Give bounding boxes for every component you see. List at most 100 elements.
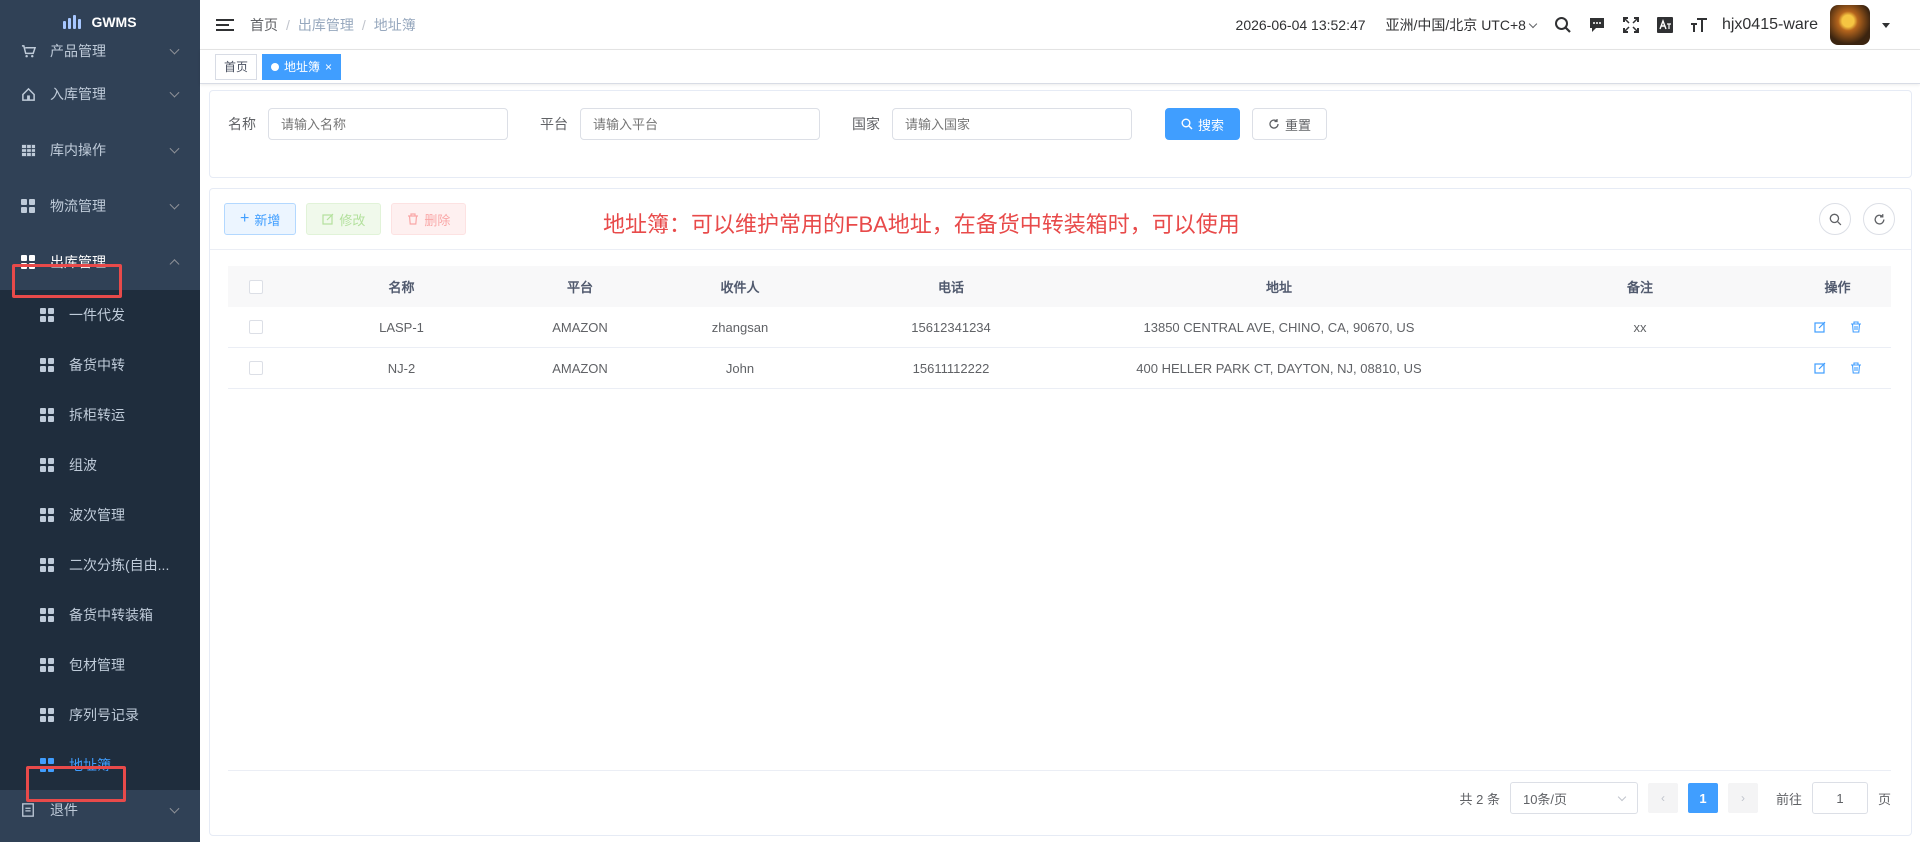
sidebar-subitem-transfer-packing[interactable]: 备货中转装箱 <box>0 590 200 640</box>
chevron-down-icon <box>1528 19 1538 28</box>
prev-page-button[interactable]: ‹ <box>1647 783 1678 813</box>
avatar[interactable] <box>1830 5 1870 45</box>
sidebar-item-products[interactable]: 产品管理 <box>0 36 200 66</box>
table-row[interactable]: NJ-2 AMAZON John 15611112222 400 HELLER … <box>228 348 1891 389</box>
sidebar: GWMS 产品管理 入库管理 库内操作 物流管理 出库管理 一件代发 备货中转 … <box>0 0 200 842</box>
goto-page-input[interactable]: 1 <box>1811 782 1868 814</box>
row-checkbox[interactable] <box>248 361 263 375</box>
sidebar-subitem-devanning[interactable]: 拆柜转运 <box>0 390 200 440</box>
edit-icon[interactable] <box>1813 320 1827 334</box>
sidebar-subitem-stock-transfer[interactable]: 备货中转 <box>0 340 200 390</box>
sidebar-subitem-packaging[interactable]: 包材管理 <box>0 640 200 690</box>
chevron-up-icon <box>169 259 180 270</box>
chevron-down-icon <box>169 143 180 154</box>
reset-button-label: 重置 <box>1285 117 1312 133</box>
breadcrumb-home[interactable]: 首页 <box>250 15 278 35</box>
cell-phone: 15611112222 <box>912 360 990 376</box>
timezone-selector[interactable]: 亚洲/中国/北京 UTC+8 <box>1386 15 1540 35</box>
highlight-box-outbound <box>12 264 122 298</box>
edit-button[interactable]: 修改 <box>306 203 382 235</box>
select-all-checkbox[interactable] <box>248 279 263 294</box>
sidebar-subitem-wave-management[interactable]: 波次管理 <box>0 490 200 540</box>
sidebar-subitem-label: 二次分拣(自由... <box>69 557 170 573</box>
grid-icon <box>40 558 54 572</box>
font-size-icon[interactable] <box>1688 14 1710 36</box>
top-navbar: 首页 / 出库管理 / 地址簿 2026-06-04 13:52:47 亚洲/中… <box>200 0 1920 50</box>
edit-button-label: 修改 <box>339 212 366 228</box>
cell-recipient: zhangsan <box>711 319 769 335</box>
sidebar-item-logistics[interactable]: 物流管理 <box>0 178 200 234</box>
grid-icon <box>40 708 54 722</box>
tags-view: 首页 地址簿 × <box>200 50 1920 84</box>
name-input[interactable] <box>268 108 508 140</box>
search-actions: 搜索 重置 <box>1165 108 1328 140</box>
column-header-phone: 电话 <box>937 280 964 295</box>
grid-icon <box>40 608 54 622</box>
trash-icon[interactable] <box>1849 361 1863 375</box>
refresh-button[interactable] <box>1863 203 1895 235</box>
breadcrumb-outbound[interactable]: 出库管理 <box>298 15 354 35</box>
sidebar-item-warehouse-ops[interactable]: 库内操作 <box>0 122 200 178</box>
cell-remark: xx <box>1633 319 1647 335</box>
country-label: 国家 <box>852 116 880 132</box>
tag-home[interactable]: 首页 <box>215 53 258 80</box>
edit-icon[interactable] <box>1813 361 1827 375</box>
form-item-platform: 平台 <box>540 108 820 140</box>
row-checkbox-cell <box>228 320 283 334</box>
sidebar-subitem-wave-group[interactable]: 组波 <box>0 440 200 490</box>
sidebar-item-inbound[interactable]: 入库管理 <box>0 66 200 122</box>
reset-button[interactable]: 重置 <box>1252 108 1328 140</box>
name-label: 名称 <box>228 116 256 132</box>
sidebar-subitem-label: 包材管理 <box>69 657 125 673</box>
page-size-select[interactable]: 10条/页 <box>1509 782 1638 814</box>
plus-icon: + <box>240 210 250 227</box>
address-table: 名称 平台 收件人 电话 地址 备注 操作 LASP-1 AMAZON zhan… <box>228 266 1891 389</box>
cell-recipient: John <box>725 360 755 376</box>
grid-icon <box>40 508 54 522</box>
platform-input[interactable] <box>580 108 820 140</box>
select-all-cell <box>228 279 283 294</box>
caret-down-icon[interactable] <box>1882 22 1890 28</box>
form-item-name: 名称 <box>228 108 508 140</box>
search-icon[interactable] <box>1552 14 1574 36</box>
next-page-button[interactable]: › <box>1727 783 1758 813</box>
message-icon[interactable] <box>1586 14 1608 36</box>
page-suffix: 页 <box>1877 791 1891 807</box>
row-checkbox[interactable] <box>248 320 263 334</box>
trash-icon[interactable] <box>1849 320 1863 334</box>
hamburger-menu-icon[interactable] <box>216 18 234 31</box>
fullscreen-icon[interactable] <box>1620 14 1642 36</box>
refresh-icon <box>1874 213 1884 225</box>
toggle-search-button[interactable] <box>1819 203 1851 235</box>
cart-icon <box>20 43 36 59</box>
form-item-country: 国家 <box>852 108 1132 140</box>
page-number-1[interactable]: 1 <box>1687 783 1718 813</box>
search-form: 名称 平台 国家 搜索 重置 <box>209 90 1912 178</box>
column-header-remark: 备注 <box>1626 280 1653 295</box>
translate-icon[interactable] <box>1654 14 1676 36</box>
country-input[interactable] <box>892 108 1132 140</box>
tag-address-book[interactable]: 地址簿 × <box>262 53 342 80</box>
username[interactable]: hjx0415-ware <box>1722 16 1818 34</box>
sidebar-subitem-secondary-sort[interactable]: 二次分拣(自由... <box>0 540 200 590</box>
table-row[interactable]: LASP-1 AMAZON zhangsan 15612341234 13850… <box>228 307 1891 348</box>
sidebar-item-label: 产品管理 <box>50 43 106 59</box>
sidebar-item-label: 退件 <box>50 802 78 818</box>
sidebar-item-label: 入库管理 <box>50 86 106 102</box>
cell-name: NJ-2 <box>387 360 416 376</box>
add-button-label: 新增 <box>254 212 281 228</box>
cell-platform: AMAZON <box>552 319 608 335</box>
platform-label: 平台 <box>540 116 568 132</box>
chevron-down-icon <box>169 44 180 55</box>
sidebar-subitem-serial-records[interactable]: 序列号记录 <box>0 690 200 740</box>
column-header-platform: 平台 <box>566 280 593 295</box>
toolbar: + 新增 修改 删除 <box>224 203 467 235</box>
highlight-box-address-book <box>26 766 126 802</box>
close-icon[interactable]: × <box>325 55 332 79</box>
sidebar-subitem-label: 拆柜转运 <box>69 407 125 423</box>
column-header-recipient: 收件人 <box>720 280 760 295</box>
page-size-value: 10条/页 <box>1522 791 1568 807</box>
search-button[interactable]: 搜索 <box>1165 108 1241 140</box>
delete-button[interactable]: 删除 <box>391 203 467 235</box>
add-button[interactable]: + 新增 <box>224 203 297 235</box>
